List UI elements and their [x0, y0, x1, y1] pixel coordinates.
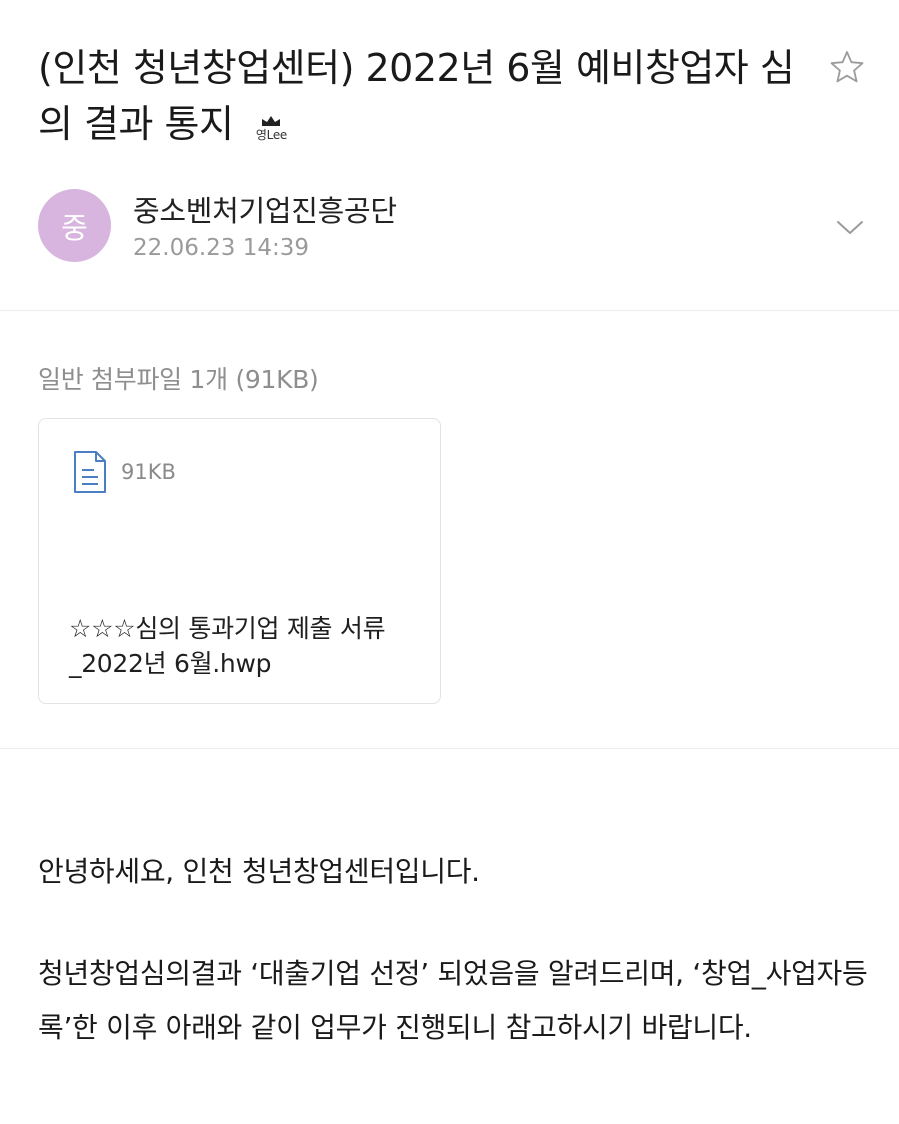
attachment-card[interactable]: 91KB ☆☆☆심의 통과기업 제출 서류_2022년 6월.hwp: [38, 418, 441, 704]
body-paragraph: 청년창업심의결과 ‘대출기업 선정’ 되었음을 알려드리며, ‘창업_사업자등록…: [38, 957, 868, 1044]
body-greeting: 안녕하세요, 인천 청년창업센터입니다.: [38, 855, 480, 888]
sender-name[interactable]: 중소벤처기업진흥공단: [133, 188, 397, 230]
attachment-filename: ☆☆☆심의 통과기업 제출 서류_2022년 6월.hwp: [69, 614, 386, 678]
mail-body: 안녕하세요, 인천 청년창업센터입니다. 청년창업심의결과 ‘대출기업 선정’ …: [38, 845, 873, 1055]
sender-avatar: 중: [38, 189, 111, 262]
header-divider: [0, 310, 899, 311]
attachment-size: 91KB: [121, 460, 176, 484]
star-button[interactable]: [826, 47, 868, 87]
star-outline-icon: [830, 51, 864, 83]
attachment-divider: [0, 748, 899, 749]
document-icon: [74, 451, 106, 493]
chevron-down-icon: [837, 221, 863, 234]
mail-subject-text: (인천 청년창업센터) 2022년 6월 예비창업자 심의 결과 통지: [38, 46, 795, 146]
profile-tag[interactable]: 영Lee: [251, 115, 291, 141]
attachment-label: 일반 첨부파일 1개 (91KB): [38, 365, 319, 394]
mail-date: 22.06.23 14:39: [133, 235, 310, 261]
crown-icon: [262, 116, 281, 126]
expand-details-button[interactable]: [830, 210, 870, 244]
profile-tag-name: 영Lee: [255, 128, 288, 142]
mail-subject: (인천 청년창업센터) 2022년 6월 예비창업자 심의 결과 통지 영Lee: [38, 40, 798, 152]
